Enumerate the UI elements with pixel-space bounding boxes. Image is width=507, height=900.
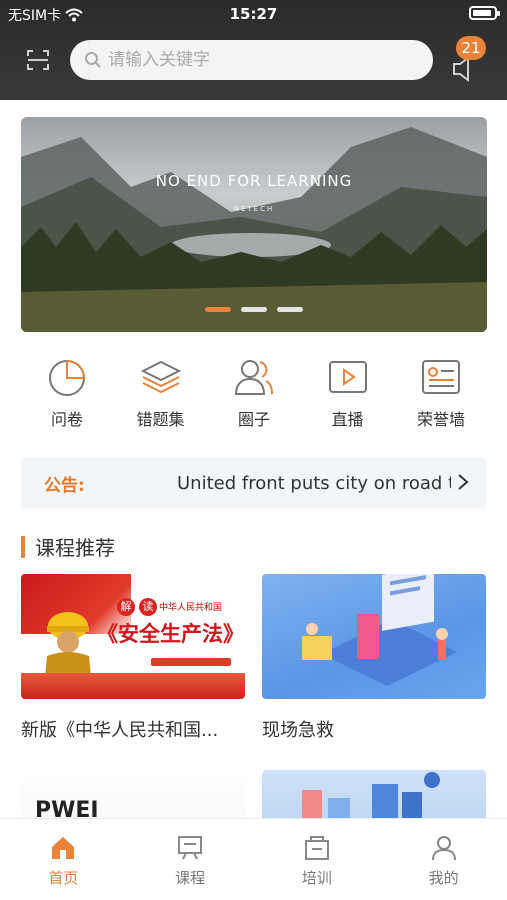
status-bar: 无SIM卡 15:27	[0, 0, 507, 26]
law-headline: 《安全生产法》	[97, 621, 244, 646]
menu-item-survey[interactable]: 问卷	[21, 356, 113, 430]
interpret-char: 读	[139, 598, 157, 616]
tab-label: 课程	[175, 869, 206, 887]
search-bar[interactable]	[70, 40, 433, 80]
pie-chart-icon	[49, 359, 86, 396]
mountain-landscape-image	[21, 127, 487, 332]
play-icon	[328, 361, 367, 393]
layers-icon	[140, 360, 181, 394]
thumbnail-ribbon	[151, 658, 231, 666]
announcement-tag: 公告:	[44, 475, 85, 496]
course-title[interactable]: 新版《中华人民共和国...	[21, 716, 245, 742]
tab-profile[interactable]: 我的	[380, 819, 507, 900]
announcement-bar[interactable]: 公告: United front puts city on road to	[21, 458, 487, 508]
menu-item-label: 圈子	[237, 410, 270, 429]
section-accent-bar	[21, 535, 25, 558]
search-input[interactable]	[108, 50, 408, 70]
interpret-char: 解	[117, 598, 135, 616]
user-icon	[431, 836, 456, 861]
menu-item-label: 直播	[331, 410, 364, 429]
header-bar: 无SIM卡 15:27 21	[0, 0, 507, 100]
tab-label: 我的	[428, 869, 459, 887]
pagination-dot[interactable]	[205, 307, 231, 312]
menu-item-honor-wall[interactable]: 荣誉墙	[395, 356, 487, 430]
announcement-text[interactable]: United front puts city on road to	[177, 473, 451, 494]
quick-menu: 问卷 错题集 圈子 直播 荣誉墙	[21, 356, 487, 430]
id-card-icon	[422, 360, 460, 394]
tab-label: 培训	[301, 869, 332, 887]
isometric-illustration-image	[302, 574, 457, 686]
course-card[interactable]: 现场急救	[262, 574, 486, 742]
group-icon	[234, 360, 273, 395]
pagination-dot[interactable]	[277, 307, 303, 312]
scan-icon[interactable]	[26, 48, 50, 72]
thumbnail-footer-strip	[21, 673, 245, 699]
chevron-right-icon[interactable]	[457, 473, 469, 491]
course-thumbnail[interactable]: 解 读 中华人民共和国 《安全生产法》	[21, 574, 245, 699]
bottom-tab-bar: 首页 课程 培训 我的	[0, 818, 507, 900]
banner-pagination[interactable]	[21, 307, 487, 312]
course-title[interactable]: 现场急救	[262, 716, 486, 742]
tab-courses[interactable]: 课程	[127, 819, 254, 900]
battery-icon	[469, 6, 500, 20]
tab-training[interactable]: 培训	[254, 819, 381, 900]
course-board-icon	[178, 836, 203, 860]
law-name: 中华人民共和国	[159, 603, 223, 613]
status-time: 15:27	[229, 5, 278, 23]
banner-title: NO END FOR LEARNING	[155, 172, 353, 190]
home-icon	[52, 837, 75, 859]
menu-item-label: 错题集	[136, 410, 185, 429]
menu-item-mistakes[interactable]: 错题集	[115, 356, 207, 430]
section-title: 课程推荐	[35, 536, 115, 560]
interpret-badge: 解 读	[117, 598, 157, 616]
course-card[interactable]: 解 读 中华人民共和国 《安全生产法》 新版《中华人民共和国...	[21, 574, 245, 742]
banner-subtitle: NETECH	[233, 205, 275, 213]
search-icon	[85, 52, 101, 68]
notification-badge: 21	[456, 36, 486, 60]
course-thumbnail[interactable]	[262, 574, 486, 699]
hero-banner[interactable]: NO END FOR LEARNING NETECH	[21, 117, 487, 332]
tab-home[interactable]: 首页	[0, 819, 127, 900]
section-header: 课程推荐	[21, 532, 115, 561]
menu-item-circle[interactable]: 圈子	[208, 356, 300, 430]
tab-label: 首页	[48, 869, 79, 887]
pagination-dot[interactable]	[241, 307, 267, 312]
menu-item-live[interactable]: 直播	[302, 356, 394, 430]
notification-button[interactable]: 21	[448, 36, 486, 82]
training-box-icon	[304, 836, 329, 860]
menu-item-label: 荣誉墙	[416, 410, 465, 429]
menu-item-label: 问卷	[50, 410, 83, 429]
